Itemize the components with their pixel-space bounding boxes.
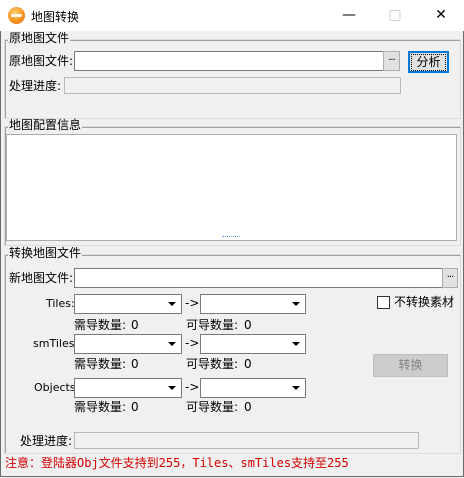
config-group-title: 地图配置信息 xyxy=(8,118,83,132)
objects-can-count-label: 可导数量: xyxy=(186,400,239,414)
convert-button[interactable]: 转换 xyxy=(373,354,448,377)
convert-progress-label: 处理进度: xyxy=(20,434,73,448)
source-progress-bar xyxy=(64,77,401,94)
source-file-label: 原地图文件: xyxy=(9,54,74,68)
chevron-down-icon xyxy=(288,296,304,312)
no-convert-assets-checkbox[interactable] xyxy=(377,296,390,309)
tiles-can-count: 0 xyxy=(244,318,252,332)
objects-need-count: 0 xyxy=(131,400,139,414)
tiles-need-count: 0 xyxy=(131,318,139,332)
smtiles-target-select[interactable] xyxy=(200,334,306,354)
source-group-title: 原地图文件 xyxy=(8,31,71,45)
notice-text: 注意：登陆器Obj文件支持到255，Tiles、smTiles支持至255 xyxy=(5,456,349,470)
source-browse-button[interactable]: ··· xyxy=(383,51,400,71)
objects-source-select[interactable] xyxy=(74,378,182,398)
objects-need-count-label: 需导数量: xyxy=(74,400,127,414)
smtiles-can-count: 0 xyxy=(244,357,252,371)
smtiles-source-select[interactable] xyxy=(74,334,182,354)
objects-can-count: 0 xyxy=(244,400,252,414)
close-button[interactable]: ✕ xyxy=(418,0,464,31)
source-progress-label: 处理进度: xyxy=(9,79,62,93)
convert-group-title: 转换地图文件 xyxy=(8,246,83,260)
convert-progress-bar xyxy=(74,432,419,449)
no-convert-assets-label: 不转换素材 xyxy=(394,295,455,309)
objects-label: Objects: xyxy=(34,381,80,394)
tiles-can-count-label: 可导数量: xyxy=(186,318,239,332)
tiles-arrow: -> xyxy=(185,296,200,310)
minimize-button[interactable]: — xyxy=(326,0,372,31)
smtiles-need-count-label: 需导数量: xyxy=(74,357,127,371)
title-bar: 地图转换 — □ ✕ xyxy=(0,0,464,31)
objects-target-select[interactable] xyxy=(200,378,306,398)
smtiles-arrow: -> xyxy=(185,336,200,350)
smtiles-can-count-label: 可导数量: xyxy=(186,357,239,371)
tiles-label: Tiles: xyxy=(46,297,75,310)
new-file-input[interactable] xyxy=(74,268,443,288)
resize-grip[interactable] xyxy=(222,236,240,239)
source-file-input[interactable] xyxy=(74,51,384,71)
smtiles-label: smTiles: xyxy=(33,337,79,350)
chevron-down-icon xyxy=(288,336,304,352)
chevron-down-icon xyxy=(164,380,180,396)
map-config-textbox[interactable] xyxy=(6,134,457,241)
new-file-label: 新地图文件: xyxy=(9,271,74,285)
analyze-button-label: 分析 xyxy=(411,54,446,71)
window-title: 地图转换 xyxy=(31,10,80,24)
maximize-button: □ xyxy=(388,7,402,23)
objects-arrow: -> xyxy=(185,380,200,394)
chevron-down-icon xyxy=(288,380,304,396)
smtiles-need-count: 0 xyxy=(131,357,139,371)
tiles-source-select[interactable] xyxy=(74,294,182,314)
new-file-browse-button[interactable]: ··· xyxy=(442,268,458,288)
tiles-target-select[interactable] xyxy=(200,294,306,314)
chevron-down-icon xyxy=(164,296,180,312)
chevron-down-icon xyxy=(164,336,180,352)
tiles-need-count-label: 需导数量: xyxy=(74,318,127,332)
app-icon xyxy=(8,7,25,24)
analyze-button[interactable]: 分析 xyxy=(408,51,449,73)
